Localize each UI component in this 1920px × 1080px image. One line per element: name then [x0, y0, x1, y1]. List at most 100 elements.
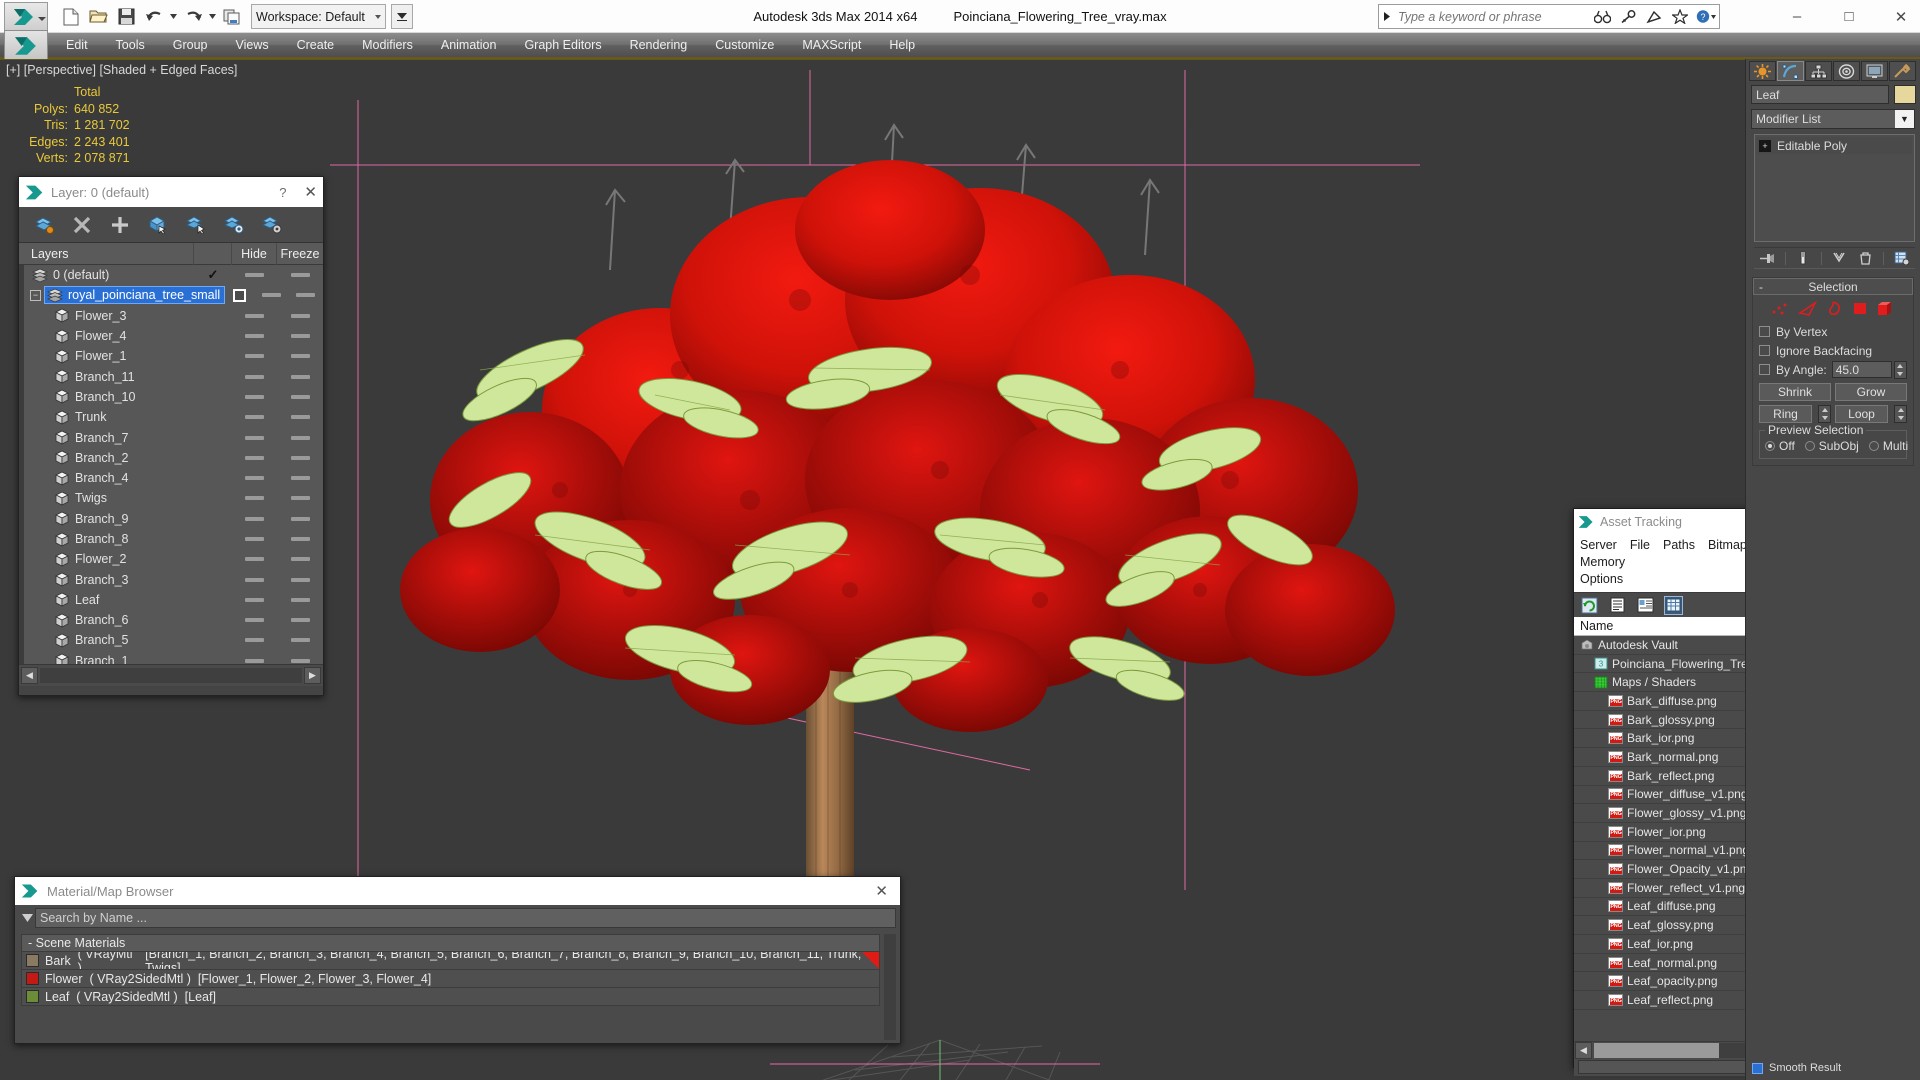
layer-row[interactable]: Branch_10 [24, 387, 323, 407]
preview-multi-radio[interactable] [1868, 441, 1879, 451]
collapse-toggle-icon[interactable]: − [30, 289, 41, 301]
binoculars-icon[interactable] [1589, 5, 1615, 28]
object-name-field[interactable]: Leaf [1751, 85, 1889, 104]
layer-row-namebox[interactable]: Branch_3 [52, 571, 194, 589]
configure-modifier-sets-icon[interactable] [1893, 250, 1911, 266]
layer-row-namebox[interactable]: Leaf [52, 591, 194, 609]
grid-view-icon[interactable] [1664, 595, 1683, 615]
layer-list-scrollbar[interactable]: ◀ ▶ [19, 664, 323, 686]
preview-off-radio[interactable] [1765, 441, 1775, 451]
undo-icon[interactable] [141, 4, 167, 29]
search-input[interactable] [1394, 6, 1589, 27]
layer-row[interactable]: Branch_11 [24, 366, 323, 386]
asset-menu-paths[interactable]: Paths [1663, 538, 1695, 552]
layer-freeze-cell[interactable] [277, 658, 323, 663]
select-highlighted-objects-icon[interactable] [185, 214, 207, 236]
remove-modifier-icon[interactable] [1857, 250, 1875, 266]
by-vertex-row[interactable]: By Vertex [1759, 322, 1907, 341]
layer-row-namebox[interactable]: Flower_3 [52, 307, 194, 325]
help-icon[interactable]: ? [1693, 5, 1719, 28]
layer-freeze-cell[interactable] [277, 516, 323, 521]
redo-dropdown-icon[interactable] [208, 4, 217, 29]
by-vertex-checkbox[interactable] [1759, 326, 1770, 337]
ring-spinner[interactable] [1818, 405, 1831, 423]
layer-current-cell[interactable]: ✓ [194, 267, 232, 283]
details-view-icon[interactable] [1636, 596, 1655, 615]
layer-freeze-cell[interactable] [277, 354, 323, 359]
scroll-track[interactable] [40, 668, 302, 683]
layer-row-namebox[interactable]: Twigs [52, 489, 194, 507]
layer-hide-cell[interactable] [232, 273, 277, 278]
layer-freeze-cell[interactable] [288, 293, 323, 298]
layer-manager-help-button[interactable]: ? [279, 185, 286, 200]
layer-row[interactable]: Branch_9 [24, 509, 323, 529]
layer-row[interactable]: Trunk [24, 407, 323, 427]
layer-row[interactable]: Flower_2 [24, 549, 323, 569]
layer-hide-cell[interactable] [232, 415, 277, 420]
layer-hide-cell[interactable] [232, 455, 277, 460]
create-tab[interactable] [1749, 61, 1776, 81]
layer-hide-cell[interactable] [254, 293, 288, 298]
rollout-collapse-icon[interactable]: - [1759, 280, 1763, 294]
select-objects-in-layer-icon[interactable] [147, 214, 169, 236]
save-icon[interactable] [113, 4, 139, 29]
menu-item-graph-editors[interactable]: Graph Editors [510, 32, 615, 58]
utilities-tab[interactable] [1889, 61, 1916, 81]
layer-row-namebox[interactable]: Branch_11 [52, 368, 194, 386]
layer-freeze-cell[interactable] [277, 273, 323, 278]
scroll-right-button[interactable]: ▶ [304, 667, 321, 684]
material-search-row[interactable]: Search by Name ... [15, 905, 900, 930]
menu-item-customize[interactable]: Customize [701, 32, 788, 58]
close-button[interactable]: ✕ [1890, 6, 1912, 28]
by-angle-checkbox[interactable] [1759, 364, 1770, 375]
layer-freeze-cell[interactable] [277, 597, 323, 602]
asset-menu-options[interactable]: Options [1580, 572, 1623, 586]
app-logo-button[interactable] [4, 2, 48, 31]
scroll-left-button[interactable]: ◀ [21, 667, 38, 684]
material-item[interactable]: Leaf ( VRay2SidedMtl ) [Leaf] [21, 988, 880, 1006]
by-angle-spinner[interactable] [1893, 360, 1907, 379]
layer-row-namebox[interactable]: Flower_4 [52, 327, 194, 345]
app-menu-caret-icon[interactable] [38, 17, 46, 21]
layer-list[interactable]: 0 (default) ✓ − royal_poinciana_tree_small F… [19, 265, 323, 664]
shrink-button[interactable]: Shrink [1759, 383, 1831, 401]
menu-item-help[interactable]: Help [875, 32, 929, 58]
layer-hide-cell[interactable] [232, 334, 277, 339]
material-scrollbar[interactable] [884, 934, 896, 1040]
workspace-selector[interactable]: Workspace: Default [251, 4, 386, 29]
display-tab[interactable] [1861, 61, 1888, 81]
modifier-stack[interactable]: + Editable Poly [1754, 134, 1915, 242]
layer-hide-cell[interactable] [232, 394, 277, 399]
edge-icon[interactable] [1797, 300, 1818, 321]
delete-layer-icon[interactable] [71, 214, 93, 236]
search-box[interactable]: ? [1378, 4, 1720, 29]
layer-row-namebox[interactable]: Branch_8 [52, 530, 194, 548]
layer-manager-window[interactable]: Layer: 0 (default) ? ✕ Layers Hide Freez… [18, 176, 324, 696]
current-layer-box-icon[interactable] [233, 288, 247, 302]
selection-rollout[interactable]: - Selection By Vertex Ignore Backfacing … [1752, 277, 1914, 466]
layer-row-namebox[interactable]: royal_poinciana_tree_small [44, 286, 226, 305]
show-end-result-icon[interactable] [1794, 250, 1812, 266]
layer-row[interactable]: Branch_2 [24, 448, 323, 468]
menu-item-create[interactable]: Create [283, 32, 349, 58]
chevron-down-icon[interactable]: ▼ [1895, 110, 1914, 128]
highlight-selected-objects-icon[interactable] [223, 214, 245, 236]
layer-row-namebox[interactable]: Branch_10 [52, 388, 194, 406]
layer-hide-cell[interactable] [232, 577, 277, 582]
object-color-swatch[interactable] [1894, 85, 1916, 104]
loop-button[interactable]: Loop [1835, 405, 1888, 423]
modifier-list-dropdown[interactable]: Modifier List ▼ [1751, 109, 1915, 129]
layer-hide-cell[interactable] [232, 374, 277, 379]
layer-hide-cell[interactable] [232, 537, 277, 541]
menu-item-views[interactable]: Views [221, 32, 282, 58]
by-angle-row[interactable]: By Angle: 45.0 [1759, 360, 1907, 379]
layer-freeze-cell[interactable] [277, 557, 323, 562]
layer-freeze-cell[interactable] [277, 476, 323, 481]
layer-row-namebox[interactable]: Flower_1 [52, 347, 194, 365]
layer-current-cell[interactable] [225, 288, 254, 302]
create-new-layer-icon[interactable] [33, 214, 55, 236]
layer-row-namebox[interactable]: Branch_4 [52, 469, 194, 487]
layer-hide-cell[interactable] [232, 618, 277, 623]
element-icon[interactable] [1877, 301, 1895, 322]
smooth-result-row[interactable]: Smooth Result [1752, 1060, 1915, 1076]
